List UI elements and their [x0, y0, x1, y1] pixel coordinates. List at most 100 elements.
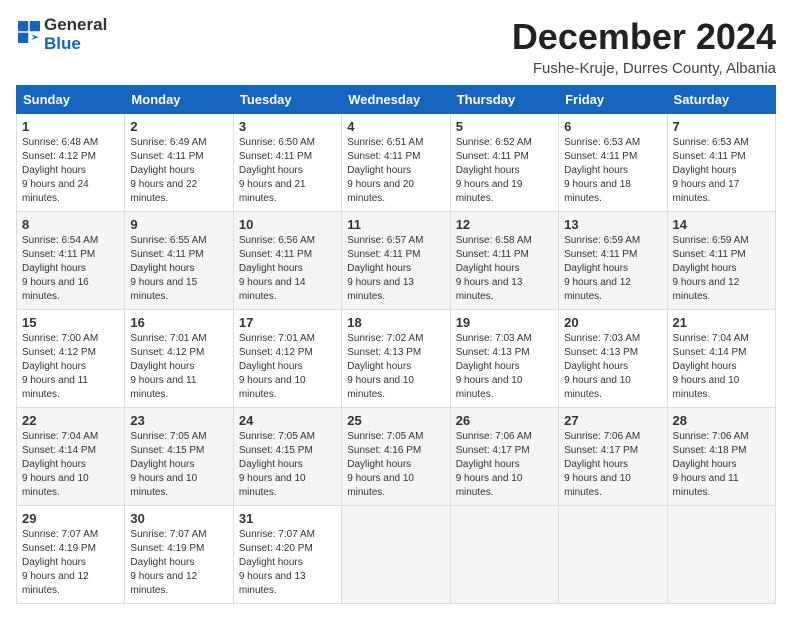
day-info: Sunrise: 6:53 AM Sunset: 4:11 PM Dayligh… [564, 137, 640, 204]
calendar-cell: 7 Sunrise: 6:53 AM Sunset: 4:11 PM Dayli… [667, 114, 775, 212]
day-info: Sunrise: 6:52 AM Sunset: 4:11 PM Dayligh… [456, 137, 532, 204]
day-number: 12 [456, 217, 553, 232]
header-monday: Monday [125, 86, 233, 114]
calendar-cell [667, 506, 775, 604]
day-number: 25 [347, 413, 444, 428]
calendar-cell: 20 Sunrise: 7:03 AM Sunset: 4:13 PM Dayl… [559, 310, 667, 408]
logo: General Blue [16, 16, 107, 53]
calendar-cell [450, 506, 558, 604]
day-info: Sunrise: 7:03 AM Sunset: 4:13 PM Dayligh… [456, 333, 532, 400]
day-number: 13 [564, 217, 661, 232]
day-info: Sunrise: 6:50 AM Sunset: 4:11 PM Dayligh… [239, 137, 315, 204]
day-number: 24 [239, 413, 336, 428]
day-number: 17 [239, 315, 336, 330]
day-number: 30 [130, 511, 227, 526]
calendar-cell: 9 Sunrise: 6:55 AM Sunset: 4:11 PM Dayli… [125, 212, 233, 310]
day-info: Sunrise: 7:06 AM Sunset: 4:17 PM Dayligh… [456, 431, 532, 498]
calendar-cell: 23 Sunrise: 7:05 AM Sunset: 4:15 PM Dayl… [125, 408, 233, 506]
calendar-cell: 1 Sunrise: 6:48 AM Sunset: 4:12 PM Dayli… [17, 114, 125, 212]
day-number: 27 [564, 413, 661, 428]
day-number: 31 [239, 511, 336, 526]
day-info: Sunrise: 7:07 AM Sunset: 4:20 PM Dayligh… [239, 529, 315, 596]
header-saturday: Saturday [667, 86, 775, 114]
day-info: Sunrise: 6:59 AM Sunset: 4:11 PM Dayligh… [564, 235, 640, 302]
day-info: Sunrise: 7:04 AM Sunset: 4:14 PM Dayligh… [673, 333, 749, 400]
day-info: Sunrise: 6:56 AM Sunset: 4:11 PM Dayligh… [239, 235, 315, 302]
day-info: Sunrise: 6:51 AM Sunset: 4:11 PM Dayligh… [347, 137, 423, 204]
calendar-row: 22 Sunrise: 7:04 AM Sunset: 4:14 PM Dayl… [17, 408, 776, 506]
day-number: 21 [673, 315, 770, 330]
day-number: 14 [673, 217, 770, 232]
day-info: Sunrise: 6:57 AM Sunset: 4:11 PM Dayligh… [347, 235, 423, 302]
calendar-row: 29 Sunrise: 7:07 AM Sunset: 4:19 PM Dayl… [17, 506, 776, 604]
calendar-cell: 15 Sunrise: 7:00 AM Sunset: 4:12 PM Dayl… [17, 310, 125, 408]
location-subtitle: Fushe-Kruje, Durres County, Albania [512, 60, 776, 77]
day-number: 9 [130, 217, 227, 232]
day-number: 29 [22, 511, 119, 526]
calendar-cell: 17 Sunrise: 7:01 AM Sunset: 4:12 PM Dayl… [233, 310, 341, 408]
day-info: Sunrise: 7:01 AM Sunset: 4:12 PM Dayligh… [130, 333, 206, 400]
calendar-cell: 27 Sunrise: 7:06 AM Sunset: 4:17 PM Dayl… [559, 408, 667, 506]
calendar-cell: 28 Sunrise: 7:06 AM Sunset: 4:18 PM Dayl… [667, 408, 775, 506]
day-info: Sunrise: 6:59 AM Sunset: 4:11 PM Dayligh… [673, 235, 749, 302]
calendar-row: 8 Sunrise: 6:54 AM Sunset: 4:11 PM Dayli… [17, 212, 776, 310]
header-sunday: Sunday [17, 86, 125, 114]
day-info: Sunrise: 6:58 AM Sunset: 4:11 PM Dayligh… [456, 235, 532, 302]
calendar-cell: 24 Sunrise: 7:05 AM Sunset: 4:15 PM Dayl… [233, 408, 341, 506]
logo-general: General [44, 16, 107, 35]
day-info: Sunrise: 6:54 AM Sunset: 4:11 PM Dayligh… [22, 235, 98, 302]
day-number: 22 [22, 413, 119, 428]
calendar-cell: 11 Sunrise: 6:57 AM Sunset: 4:11 PM Dayl… [342, 212, 450, 310]
day-info: Sunrise: 7:03 AM Sunset: 4:13 PM Dayligh… [564, 333, 640, 400]
calendar-cell: 16 Sunrise: 7:01 AM Sunset: 4:12 PM Dayl… [125, 310, 233, 408]
calendar-cell: 5 Sunrise: 6:52 AM Sunset: 4:11 PM Dayli… [450, 114, 558, 212]
calendar-cell: 10 Sunrise: 6:56 AM Sunset: 4:11 PM Dayl… [233, 212, 341, 310]
day-info: Sunrise: 7:00 AM Sunset: 4:12 PM Dayligh… [22, 333, 98, 400]
logo-blue: Blue [44, 35, 107, 54]
day-number: 6 [564, 119, 661, 134]
day-number: 19 [456, 315, 553, 330]
day-number: 4 [347, 119, 444, 134]
day-info: Sunrise: 7:06 AM Sunset: 4:17 PM Dayligh… [564, 431, 640, 498]
day-info: Sunrise: 7:01 AM Sunset: 4:12 PM Dayligh… [239, 333, 315, 400]
calendar-cell: 14 Sunrise: 6:59 AM Sunset: 4:11 PM Dayl… [667, 212, 775, 310]
calendar-cell: 4 Sunrise: 6:51 AM Sunset: 4:11 PM Dayli… [342, 114, 450, 212]
day-number: 16 [130, 315, 227, 330]
day-number: 5 [456, 119, 553, 134]
day-number: 28 [673, 413, 770, 428]
calendar-cell: 26 Sunrise: 7:06 AM Sunset: 4:17 PM Dayl… [450, 408, 558, 506]
header-friday: Friday [559, 86, 667, 114]
day-info: Sunrise: 7:05 AM Sunset: 4:16 PM Dayligh… [347, 431, 423, 498]
calendar-cell: 12 Sunrise: 6:58 AM Sunset: 4:11 PM Dayl… [450, 212, 558, 310]
day-number: 10 [239, 217, 336, 232]
calendar-table: Sunday Monday Tuesday Wednesday Thursday… [16, 85, 776, 604]
calendar-cell: 29 Sunrise: 7:07 AM Sunset: 4:19 PM Dayl… [17, 506, 125, 604]
day-info: Sunrise: 6:55 AM Sunset: 4:11 PM Dayligh… [130, 235, 206, 302]
day-number: 8 [22, 217, 119, 232]
calendar-cell: 2 Sunrise: 6:49 AM Sunset: 4:11 PM Dayli… [125, 114, 233, 212]
day-number: 3 [239, 119, 336, 134]
day-number: 2 [130, 119, 227, 134]
day-number: 11 [347, 217, 444, 232]
logo-icon [18, 21, 40, 43]
calendar-row: 1 Sunrise: 6:48 AM Sunset: 4:12 PM Dayli… [17, 114, 776, 212]
day-info: Sunrise: 7:02 AM Sunset: 4:13 PM Dayligh… [347, 333, 423, 400]
day-number: 20 [564, 315, 661, 330]
day-number: 1 [22, 119, 119, 134]
day-number: 18 [347, 315, 444, 330]
header-thursday: Thursday [450, 86, 558, 114]
day-info: Sunrise: 7:05 AM Sunset: 4:15 PM Dayligh… [130, 431, 206, 498]
month-title: December 2024 [512, 16, 776, 58]
day-number: 7 [673, 119, 770, 134]
day-number: 15 [22, 315, 119, 330]
day-info: Sunrise: 7:04 AM Sunset: 4:14 PM Dayligh… [22, 431, 98, 498]
day-info: Sunrise: 7:07 AM Sunset: 4:19 PM Dayligh… [22, 529, 98, 596]
weekday-header-row: Sunday Monday Tuesday Wednesday Thursday… [17, 86, 776, 114]
day-number: 26 [456, 413, 553, 428]
calendar-cell [342, 506, 450, 604]
calendar-cell: 3 Sunrise: 6:50 AM Sunset: 4:11 PM Dayli… [233, 114, 341, 212]
day-number: 23 [130, 413, 227, 428]
calendar-row: 15 Sunrise: 7:00 AM Sunset: 4:12 PM Dayl… [17, 310, 776, 408]
calendar-cell: 31 Sunrise: 7:07 AM Sunset: 4:20 PM Dayl… [233, 506, 341, 604]
day-info: Sunrise: 7:07 AM Sunset: 4:19 PM Dayligh… [130, 529, 206, 596]
